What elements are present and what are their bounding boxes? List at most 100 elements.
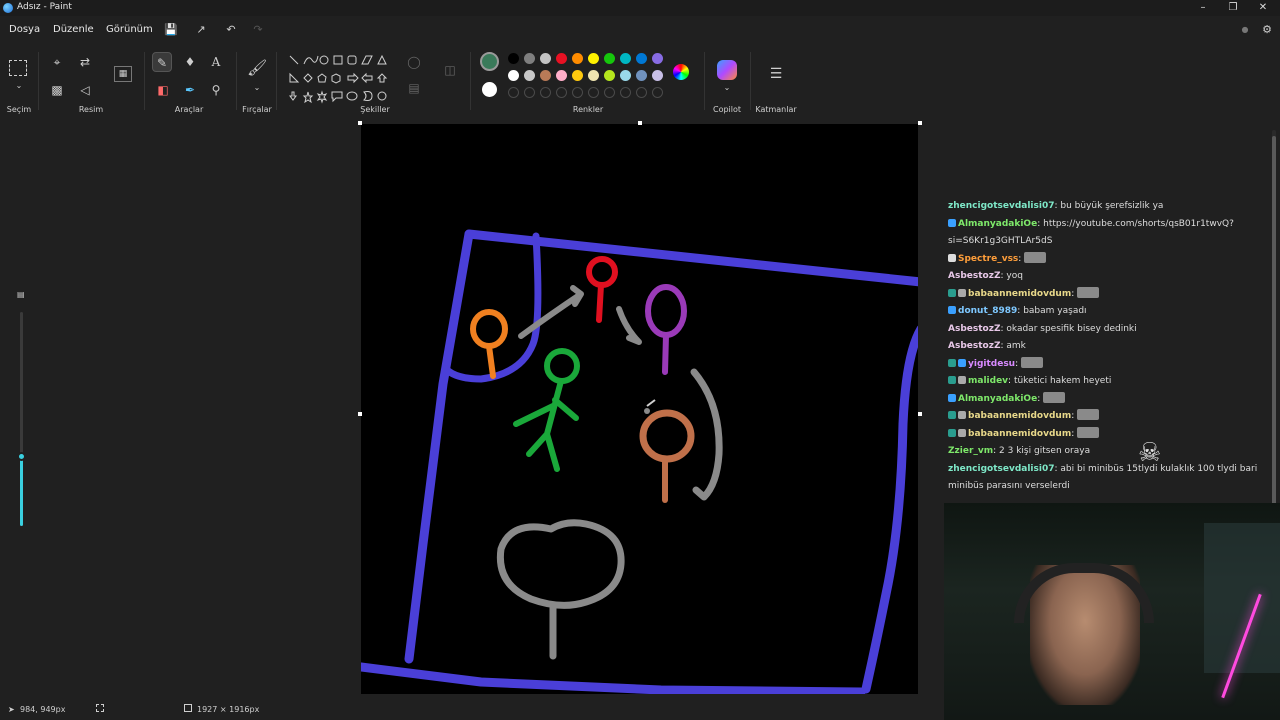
palette-row1-swatch-4[interactable] bbox=[572, 53, 583, 64]
palette-row2-swatch-8[interactable] bbox=[636, 70, 647, 81]
text-tool-icon[interactable]: A bbox=[206, 52, 226, 72]
custom-color-slot[interactable] bbox=[556, 87, 567, 98]
slider-thumb[interactable] bbox=[17, 452, 26, 461]
rotate-icon[interactable]: ◁ bbox=[75, 80, 95, 100]
chevron-down-icon[interactable]: ⌄ bbox=[247, 78, 267, 98]
cursor-position-icon: ➤ bbox=[8, 705, 15, 714]
chat-badge-icon bbox=[948, 253, 956, 262]
menu-edit[interactable]: Düzenle bbox=[53, 24, 94, 35]
edit-colors-icon[interactable] bbox=[673, 64, 689, 80]
primary-color[interactable] bbox=[480, 52, 499, 71]
crop-icon[interactable]: ⌖ bbox=[47, 52, 67, 72]
redo-icon[interactable]: ↷ bbox=[250, 22, 266, 38]
custom-color-slot[interactable] bbox=[572, 87, 583, 98]
color-picker-icon[interactable]: ✒ bbox=[180, 80, 200, 100]
chat-username[interactable]: Zzier_vm bbox=[948, 446, 993, 456]
chat-username[interactable]: zhencigotsevdalisi07 bbox=[948, 201, 1054, 211]
settings-icon[interactable]: ⚙ bbox=[1259, 22, 1275, 38]
canvas-resize-handle[interactable] bbox=[358, 121, 362, 125]
chat-badge-icon bbox=[958, 411, 966, 419]
chat-username[interactable]: AsbestozZ bbox=[948, 324, 1000, 334]
palette-row2-swatch-1[interactable] bbox=[524, 70, 535, 81]
palette-row2-swatch-4[interactable] bbox=[572, 70, 583, 81]
close-icon[interactable]: ✕ bbox=[1248, 0, 1278, 16]
custom-color-slot[interactable] bbox=[620, 87, 631, 98]
palette-row2-swatch-3[interactable] bbox=[556, 70, 567, 81]
share-icon[interactable]: ↗ bbox=[193, 22, 209, 38]
custom-color-slot[interactable] bbox=[652, 87, 663, 98]
fill-icon[interactable]: ♦ bbox=[180, 52, 200, 72]
chevron-down-icon[interactable]: ⌄ bbox=[717, 78, 737, 98]
palette-row1-swatch-1[interactable] bbox=[524, 53, 535, 64]
palette-row2-swatch-2[interactable] bbox=[540, 70, 551, 81]
chat-username[interactable]: zhencigotsevdalisi07 bbox=[948, 464, 1054, 474]
chat-username[interactable]: malidev bbox=[968, 376, 1008, 386]
eraser-icon[interactable]: ◧ bbox=[153, 80, 173, 100]
save-icon[interactable]: 💾 bbox=[163, 22, 179, 38]
remove-background-icon[interactable]: ▩ bbox=[47, 80, 67, 100]
custom-color-slot[interactable] bbox=[604, 87, 615, 98]
chat-username[interactable]: babaannemidovdum bbox=[968, 429, 1071, 439]
palette-row1-swatch-5[interactable] bbox=[588, 53, 599, 64]
shape-fill-icon[interactable]: ◫ bbox=[440, 60, 460, 80]
palette-row2-swatch-9[interactable] bbox=[652, 70, 663, 81]
chat-username[interactable]: babaannemidovdum bbox=[968, 411, 1071, 421]
chat-badge-icon bbox=[948, 358, 956, 367]
outline-icon[interactable]: ◯ bbox=[404, 52, 424, 72]
custom-color-slot[interactable] bbox=[508, 87, 519, 98]
palette-row1-swatch-3[interactable] bbox=[556, 53, 567, 64]
palette-row1-swatch-0[interactable] bbox=[508, 53, 519, 64]
magnifier-icon[interactable]: ⚲ bbox=[206, 80, 226, 100]
layers-icon[interactable]: ☰ bbox=[766, 64, 786, 84]
palette-row1-swatch-7[interactable] bbox=[620, 53, 631, 64]
custom-color-slot[interactable] bbox=[540, 87, 551, 98]
restore-icon[interactable]: ❐ bbox=[1218, 0, 1248, 16]
account-icon[interactable]: ● bbox=[1237, 22, 1253, 38]
secondary-color[interactable] bbox=[482, 82, 497, 97]
custom-color-slot[interactable] bbox=[524, 87, 535, 98]
chat-username[interactable]: yigitdesu bbox=[968, 359, 1015, 369]
shape-fill-options-icon[interactable]: ▤ bbox=[404, 78, 424, 98]
copilot-icon[interactable] bbox=[717, 60, 737, 80]
chat-message: malidev: tüketici hakem heyeti bbox=[948, 373, 1268, 391]
chat-username[interactable]: Spectre_vss bbox=[958, 254, 1018, 264]
brush-size-slider[interactable]: ▤ bbox=[16, 290, 28, 530]
minimize-icon[interactable]: – bbox=[1188, 0, 1218, 16]
canvas-resize-handle[interactable] bbox=[358, 412, 362, 416]
undo-icon[interactable]: ↶ bbox=[223, 22, 239, 38]
custom-color-slot[interactable] bbox=[636, 87, 647, 98]
palette-row1-swatch-8[interactable] bbox=[636, 53, 647, 64]
image-select-icon[interactable]: ▦ bbox=[114, 66, 132, 82]
custom-color-slot[interactable] bbox=[588, 87, 599, 98]
chat-username[interactable]: AlmanyadakiOe bbox=[958, 394, 1037, 404]
canvas-resize-handle[interactable] bbox=[638, 121, 642, 125]
palette-row1-swatch-6[interactable] bbox=[604, 53, 615, 64]
chevron-down-icon[interactable]: ⌄ bbox=[9, 76, 29, 96]
chat-username[interactable]: donut_8989 bbox=[958, 306, 1017, 316]
pencil-icon[interactable]: ✎ bbox=[152, 52, 172, 72]
chat-username[interactable]: AsbestozZ bbox=[948, 341, 1000, 351]
palette-row1-swatch-2[interactable] bbox=[540, 53, 551, 64]
palette-row1-swatch-9[interactable] bbox=[652, 53, 663, 64]
vertical-scrollbar[interactable] bbox=[1272, 130, 1276, 510]
palette-row2-swatch-7[interactable] bbox=[620, 70, 631, 81]
chat-username[interactable]: babaannemidovdum bbox=[968, 289, 1071, 299]
cursor-position: 984, 949px bbox=[20, 705, 66, 714]
canvas-resize-handle[interactable] bbox=[918, 412, 922, 416]
chat-badge-icon bbox=[948, 411, 956, 419]
resize-icon[interactable]: ⇄ bbox=[75, 52, 95, 72]
palette-row2-swatch-6[interactable] bbox=[604, 70, 615, 81]
drawing-canvas[interactable] bbox=[356, 124, 926, 697]
palette-row2-swatch-5[interactable] bbox=[588, 70, 599, 81]
menu-file[interactable]: Dosya bbox=[9, 24, 40, 35]
chat-text: bu büyük şerefsizlik ya bbox=[1060, 201, 1164, 211]
chat-username[interactable]: AsbestozZ bbox=[948, 271, 1000, 281]
palette-row2-swatch-0[interactable] bbox=[508, 70, 519, 81]
selection-rect-icon[interactable] bbox=[9, 60, 27, 76]
shapes-gallery-icon[interactable] bbox=[286, 52, 396, 104]
brush-icon[interactable]: 🖌 bbox=[247, 58, 267, 78]
chat-username[interactable]: AlmanyadakiOe bbox=[958, 219, 1037, 229]
canvas-resize-handle[interactable] bbox=[918, 121, 922, 125]
stream-chat-overlay: zhencigotsevdalisi07: bu büyük şerefsizl… bbox=[948, 198, 1268, 496]
menu-view[interactable]: Görünüm bbox=[106, 24, 153, 35]
